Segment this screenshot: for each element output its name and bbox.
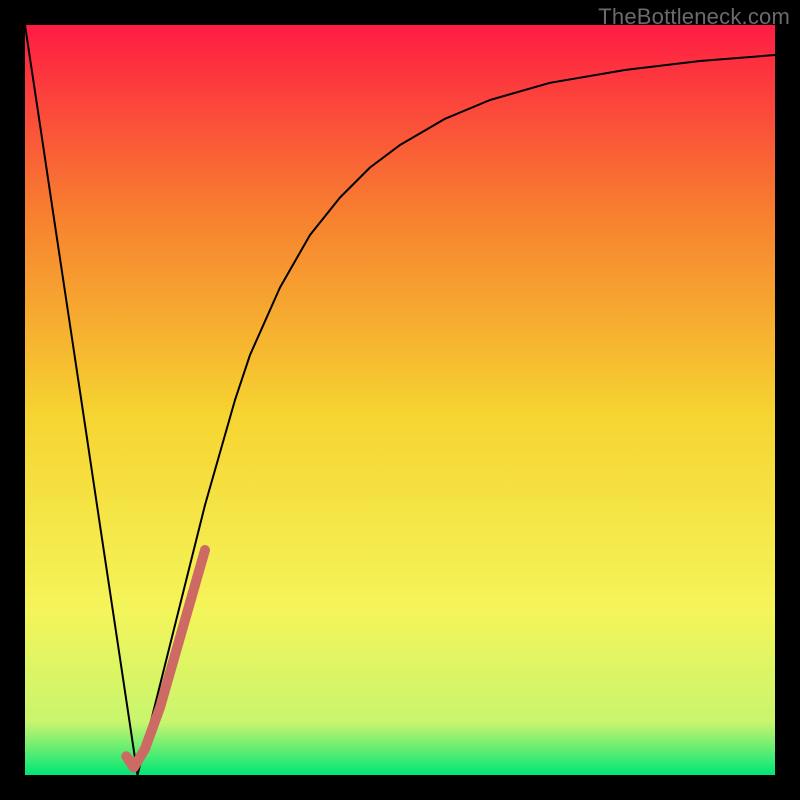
plot-area [25, 25, 775, 775]
chart-frame: TheBottleneck.com [0, 0, 800, 800]
gradient-background [25, 25, 775, 775]
watermark-text: TheBottleneck.com [598, 4, 790, 30]
chart-svg [25, 25, 775, 775]
